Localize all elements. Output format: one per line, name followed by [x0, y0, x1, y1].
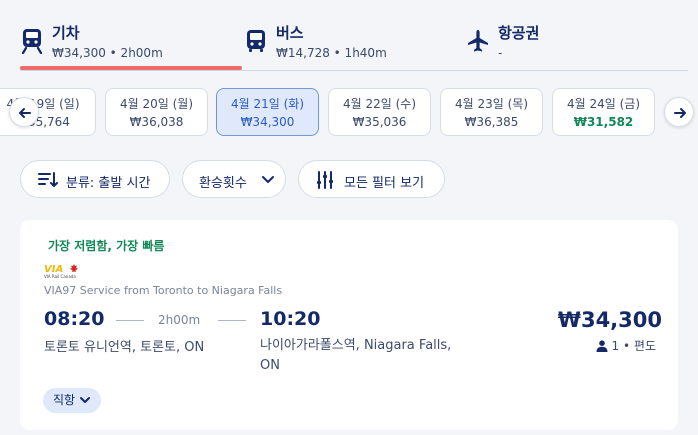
sort-icon	[38, 172, 58, 187]
transfers-filter-button[interactable]: 환승횟수	[182, 160, 286, 198]
next-dates-button[interactable]	[664, 97, 694, 127]
train-icon	[21, 29, 43, 54]
all-filters-button[interactable]: 모든 필터 보기	[298, 160, 445, 198]
arrow-right-icon	[674, 108, 686, 118]
date-label: 4월 22일 (수)	[342, 97, 417, 111]
transfers-label: 환승횟수	[199, 176, 247, 191]
tab-train-info: ₩34,300 • 2h00m	[52, 46, 163, 60]
trip-type: 편도	[633, 339, 656, 353]
tab-flight-label: 항공권	[498, 24, 540, 42]
date-label: 4월 20일 (월)	[119, 97, 194, 111]
date-label: 4월 23일 (목)	[454, 97, 529, 111]
date-card-selected[interactable]: 4월 21일 (화) ₩34,300	[216, 88, 319, 136]
tab-bus-info: ₩14,728 • 1h40m	[276, 46, 387, 60]
all-filters-label: 모든 필터 보기	[344, 176, 425, 191]
tab-bus[interactable]: 버스 ₩14,728 • 1h40m	[244, 18, 434, 72]
date-card[interactable]: 4월 23일 (목) ₩36,385	[440, 88, 543, 136]
date-strip: 4월 19일 (일) ₩35,764 4월 20일 (월) ₩36,038 4월…	[0, 88, 698, 138]
departure-station: 토론토 유니언역, 토론토, ON	[44, 340, 205, 355]
svg-text:VIA Rail Canada: VIA Rail Canada	[44, 274, 76, 279]
trip-price: ₩34,300	[557, 308, 662, 332]
date-label: 4월 24일 (금)	[566, 97, 641, 111]
via-rail-logo: VIA VIA Rail Canada	[44, 264, 78, 279]
date-price: ₩34,300	[240, 115, 295, 129]
sort-button[interactable]: 분류: 출발 시간	[20, 160, 170, 198]
date-price: ₩35,036	[352, 115, 407, 129]
date-price: ₩31,582	[573, 115, 634, 129]
bus-icon	[247, 30, 265, 52]
passenger-count: 1	[611, 339, 620, 353]
date-label: 4월 21일 (화)	[230, 97, 305, 111]
direct-trip-toggle[interactable]: 직항	[43, 388, 102, 413]
airplane-icon	[468, 30, 488, 52]
arrival-station: 나이아가라폴스역, Niagara Falls, ON	[260, 338, 452, 373]
date-card[interactable]: 4월 22일 (수) ₩35,036	[328, 88, 431, 136]
tab-flight-info: -	[498, 46, 503, 60]
sliders-icon	[317, 171, 333, 189]
date-card[interactable]: 4월 20일 (월) ₩36,038	[105, 88, 208, 136]
tabs-divider	[20, 70, 688, 71]
arrow-left-icon	[19, 108, 31, 118]
best-deal-badge: 가장 저렴함, 가장 빠름	[48, 239, 165, 253]
departure-time: 08:20	[44, 308, 105, 330]
direct-label: 직항	[53, 393, 76, 407]
date-price: ₩36,038	[129, 115, 184, 129]
trip-duration: 2h00m	[158, 313, 201, 327]
duration-line-left	[116, 320, 144, 321]
tab-flight[interactable]: 항공권 -	[466, 18, 626, 72]
duration-line-right	[218, 320, 246, 321]
arrival-time: 10:20	[260, 308, 321, 330]
passenger-info: 1 • 편도	[596, 337, 656, 354]
tab-train-label: 기차	[52, 24, 80, 42]
tab-train[interactable]: 기차 ₩34,300 • 2h00m	[20, 18, 242, 72]
date-price: ₩36,385	[464, 115, 519, 129]
previous-dates-button[interactable]	[9, 97, 39, 127]
person-icon	[596, 340, 608, 352]
transport-tabs: 기차 ₩34,300 • 2h00m 버스 ₩14,728 • 1h40m 항공…	[0, 0, 698, 72]
service-name: VIA97 Service from Toronto to Niagara Fa…	[44, 284, 283, 297]
date-card-cheapest[interactable]: 4월 24일 (금) ₩31,582	[552, 88, 655, 136]
tab-bus-label: 버스	[276, 24, 304, 42]
trip-result-card[interactable]: 가장 저렴함, 가장 빠름 VIA VIA Rail Canada VIA97 …	[20, 220, 678, 430]
chevron-down-icon	[80, 397, 91, 403]
chevron-down-icon	[262, 176, 274, 183]
sort-label: 분류: 출발 시간	[66, 176, 151, 191]
